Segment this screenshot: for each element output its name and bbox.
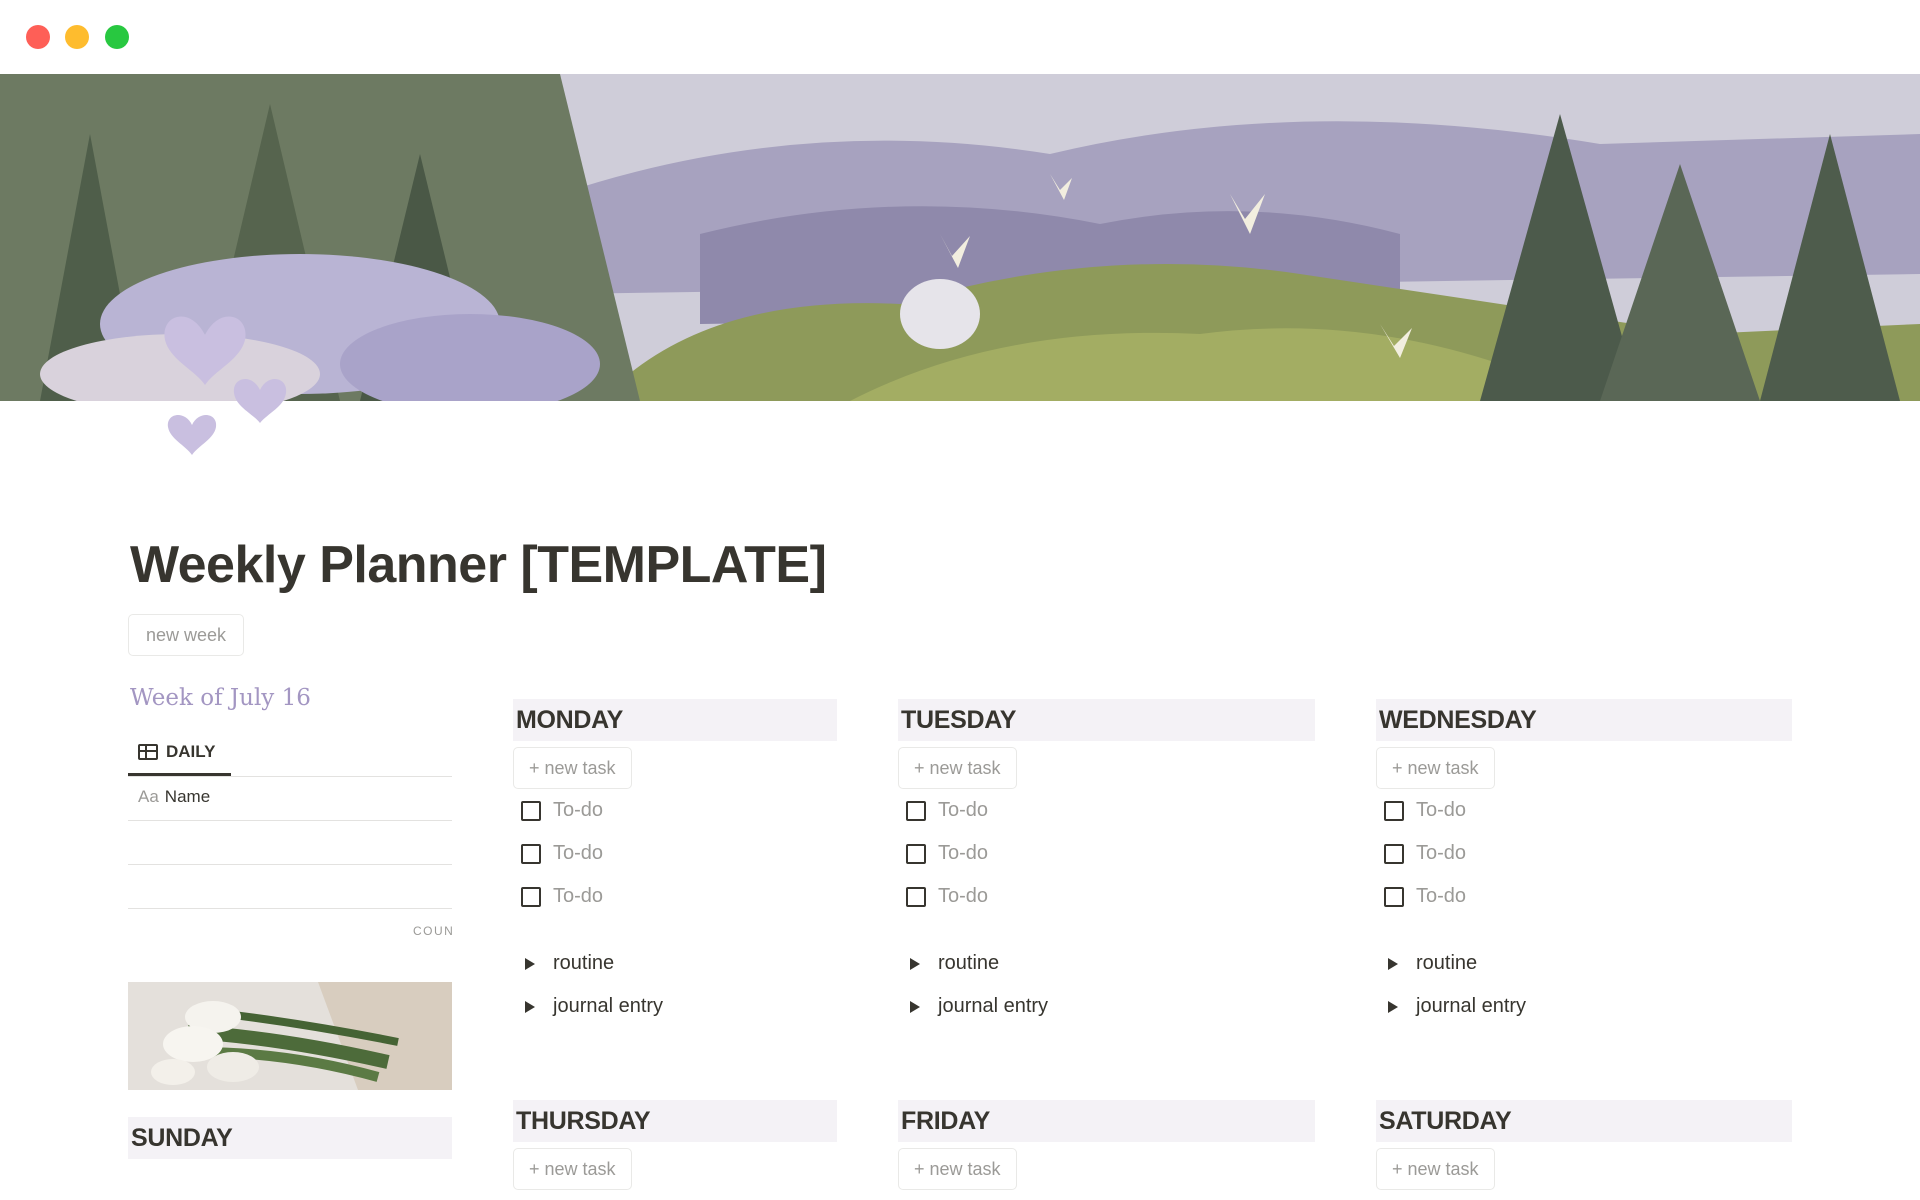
toggle-label[interactable]: routine — [938, 952, 999, 975]
new-task-button[interactable]: + new task — [1376, 1148, 1495, 1190]
todo-text[interactable]: To-do — [1416, 799, 1466, 822]
maximize-window-button[interactable] — [105, 25, 129, 49]
toggle-arrow-icon[interactable] — [910, 1000, 920, 1013]
toggle-arrow-icon[interactable] — [910, 957, 920, 970]
toggle-routine[interactable]: routine — [513, 942, 837, 985]
toggle-label[interactable]: journal entry — [938, 995, 1048, 1018]
checkbox[interactable] — [1384, 886, 1404, 907]
new-week-button[interactable]: new week — [128, 614, 245, 656]
checkbox[interactable] — [521, 886, 541, 907]
toggle-routine[interactable]: routine — [898, 942, 1315, 985]
toggle-journal-entry[interactable]: journal entry — [1376, 985, 1792, 1028]
toggle-journal-entry[interactable]: journal entry — [898, 985, 1315, 1028]
todo-item[interactable]: To-do — [513, 875, 837, 918]
page-title[interactable]: Weekly Planner [TEMPLATE] — [130, 535, 827, 595]
divider — [128, 820, 452, 821]
todo-text[interactable]: To-do — [553, 842, 603, 865]
day-block-sunday: SUNDAY — [128, 1117, 452, 1159]
new-task-button[interactable]: + new task — [898, 747, 1017, 789]
column-header-label: Name — [164, 787, 211, 806]
todo-text[interactable]: To-do — [1416, 842, 1466, 865]
toggle-label[interactable]: routine — [1416, 952, 1477, 975]
divider — [128, 776, 452, 777]
checkbox[interactable] — [521, 843, 541, 864]
table-row[interactable] — [128, 864, 452, 865]
day-title[interactable]: MONDAY — [516, 706, 623, 735]
day-block-wednesday: WEDNESDAY + new task To-do To-do To-do r… — [1376, 699, 1792, 1028]
todo-text[interactable]: To-do — [938, 799, 988, 822]
window-titlebar — [0, 0, 1920, 74]
view-tab-label: DAILY — [166, 741, 216, 761]
toggle-label[interactable]: routine — [553, 952, 614, 975]
day-title[interactable]: SUNDAY — [131, 1124, 233, 1153]
toggle-journal-entry[interactable]: journal entry — [513, 985, 837, 1028]
minimize-window-button[interactable] — [65, 25, 89, 49]
day-header: TUESDAY — [898, 699, 1315, 741]
todo-item[interactable]: To-do — [898, 832, 1315, 875]
day-header: MONDAY — [513, 699, 837, 741]
checkbox[interactable] — [906, 800, 926, 821]
toggle-routine[interactable]: routine — [1376, 942, 1792, 985]
day-block-friday: FRIDAY + new task — [898, 1100, 1315, 1190]
day-header: SUNDAY — [128, 1117, 452, 1159]
todo-text[interactable]: To-do — [553, 885, 603, 908]
todo-text[interactable]: To-do — [553, 799, 603, 822]
todo-item[interactable]: To-do — [513, 789, 837, 832]
day-title[interactable]: THURSDAY — [516, 1107, 651, 1136]
day-title[interactable]: SATURDAY — [1379, 1107, 1512, 1136]
toggle-label[interactable]: journal entry — [1416, 995, 1526, 1018]
new-task-button[interactable]: + new task — [898, 1148, 1017, 1190]
hearts-icon[interactable] — [160, 305, 300, 475]
table-icon — [138, 743, 158, 760]
new-task-button[interactable]: + new task — [1376, 747, 1495, 789]
toggle-arrow-icon[interactable] — [525, 1000, 535, 1013]
week-heading: Week of July 16 — [130, 685, 311, 711]
todo-text[interactable]: To-do — [938, 885, 988, 908]
day-title[interactable]: WEDNESDAY — [1379, 706, 1537, 735]
todo-item[interactable]: To-do — [1376, 832, 1792, 875]
new-task-button[interactable]: + new task — [513, 747, 632, 789]
toggle-arrow-icon[interactable] — [525, 957, 535, 970]
day-header: WEDNESDAY — [1376, 699, 1792, 741]
toggle-label[interactable]: journal entry — [553, 995, 663, 1018]
day-block-thursday: THURSDAY + new task — [513, 1100, 837, 1190]
view-tab-daily[interactable]: DAILY — [128, 730, 231, 776]
day-header: THURSDAY — [513, 1100, 837, 1142]
day-title[interactable]: FRIDAY — [901, 1107, 990, 1136]
todo-item[interactable]: To-do — [1376, 875, 1792, 918]
close-window-button[interactable] — [26, 25, 50, 49]
todo-item[interactable]: To-do — [513, 832, 837, 875]
day-title[interactable]: TUESDAY — [901, 706, 1016, 735]
todo-item[interactable]: To-do — [898, 875, 1315, 918]
day-header: FRIDAY — [898, 1100, 1315, 1142]
todo-item[interactable]: To-do — [1376, 789, 1792, 832]
column-header-name[interactable]: Aa Name — [138, 787, 210, 807]
checkbox[interactable] — [1384, 843, 1404, 864]
checkbox[interactable] — [906, 843, 926, 864]
table-row[interactable] — [128, 908, 452, 909]
toggle-arrow-icon[interactable] — [1388, 957, 1398, 970]
todo-text[interactable]: To-do — [938, 842, 988, 865]
day-block-monday: MONDAY + new task To-do To-do To-do rout… — [513, 699, 837, 1028]
checkbox[interactable] — [906, 886, 926, 907]
toggle-arrow-icon[interactable] — [1388, 1000, 1398, 1013]
checkbox[interactable] — [1384, 800, 1404, 821]
day-block-tuesday: TUESDAY + new task To-do To-do To-do rou… — [898, 699, 1315, 1028]
todo-text[interactable]: To-do — [1416, 885, 1466, 908]
checkbox[interactable] — [521, 800, 541, 821]
count-label[interactable]: COUNT — [413, 924, 453, 938]
text-property-icon: Aa — [138, 787, 159, 806]
day-block-saturday: SATURDAY + new task — [1376, 1100, 1792, 1190]
new-task-button[interactable]: + new task — [513, 1148, 632, 1190]
todo-item[interactable]: To-do — [898, 789, 1315, 832]
day-header: SATURDAY — [1376, 1100, 1792, 1142]
tulips-image — [128, 982, 452, 1090]
